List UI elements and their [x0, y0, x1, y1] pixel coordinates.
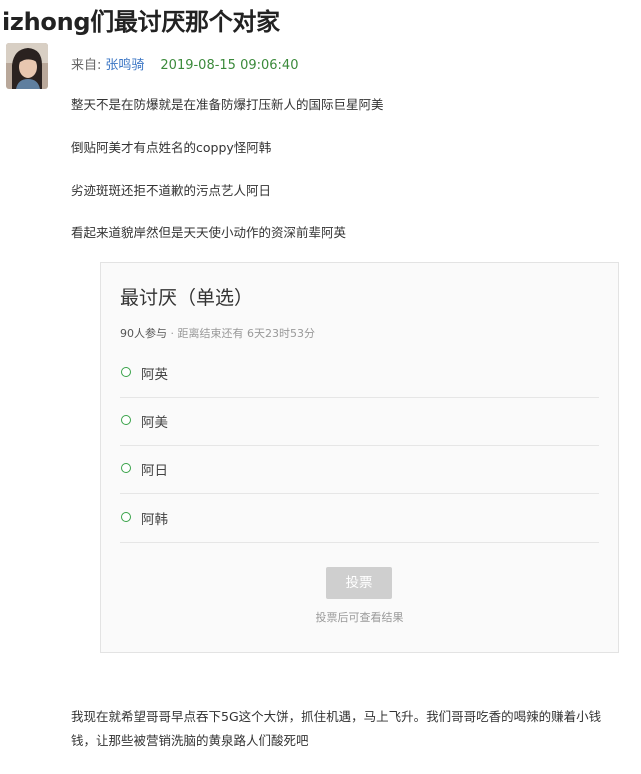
- paragraph: 劣迹斑斑还拒不道歉的污点艺人阿日: [71, 183, 272, 198]
- from-label: 来自:: [71, 58, 102, 73]
- author-link[interactable]: 张鸣骑: [105, 58, 144, 73]
- poll-option[interactable]: 阿美: [120, 398, 599, 446]
- radio-button[interactable]: [121, 367, 131, 377]
- post-meta: 来自: 张鸣骑 2019-08-15 09:06:40: [71, 54, 298, 73]
- poll-title: 最讨厌（单选）: [120, 287, 254, 309]
- avatar[interactable]: [6, 43, 48, 89]
- radio-button[interactable]: [121, 415, 131, 425]
- option-divider: [120, 542, 599, 543]
- poll-option[interactable]: 阿韩: [120, 495, 599, 543]
- page-title: izhong们最讨厌那个对家: [2, 8, 280, 36]
- radio-button[interactable]: [121, 463, 131, 473]
- option-divider: [120, 493, 599, 494]
- poll-option[interactable]: 阿英: [120, 350, 599, 398]
- avatar-portrait-image: [6, 43, 48, 89]
- poll-option[interactable]: 阿日: [120, 446, 599, 494]
- poll-card: 最讨厌（单选） 90人参与 · 距离结束还有 6天23时53分 阿英 阿美 阿日…: [100, 262, 619, 653]
- post-timestamp: 2019-08-15 09:06:40: [160, 58, 299, 73]
- vote-button[interactable]: 投票: [326, 567, 392, 599]
- radio-button[interactable]: [121, 512, 131, 522]
- poll-participants: 90人参与: [120, 327, 167, 340]
- paragraph: 看起来道貌岸然但是天天使小动作的资深前辈阿英: [71, 225, 347, 240]
- poll-option-label: 阿美: [141, 415, 168, 431]
- poll-separator: ·: [167, 327, 178, 340]
- paragraph: 倒贴阿美才有点姓名的coppy怪阿韩: [71, 140, 272, 155]
- closing-paragraph: 我现在就希望哥哥早点吞下5G这个大饼，抓住机遇，马上飞升。我们哥哥吃香的喝辣的赚…: [71, 709, 602, 748]
- vote-hint: 投票后可查看结果: [315, 611, 404, 624]
- poll-option-label: 阿英: [141, 367, 168, 383]
- poll-option-label: 阿韩: [141, 512, 168, 528]
- poll-stats: 90人参与 · 距离结束还有 6天23时53分: [120, 325, 315, 341]
- paragraph: 整天不是在防爆就是在准备防爆打压新人的国际巨星阿美: [71, 97, 384, 112]
- poll-deadline: 距离结束还有 6天23时53分: [177, 327, 316, 340]
- poll-option-label: 阿日: [141, 463, 168, 479]
